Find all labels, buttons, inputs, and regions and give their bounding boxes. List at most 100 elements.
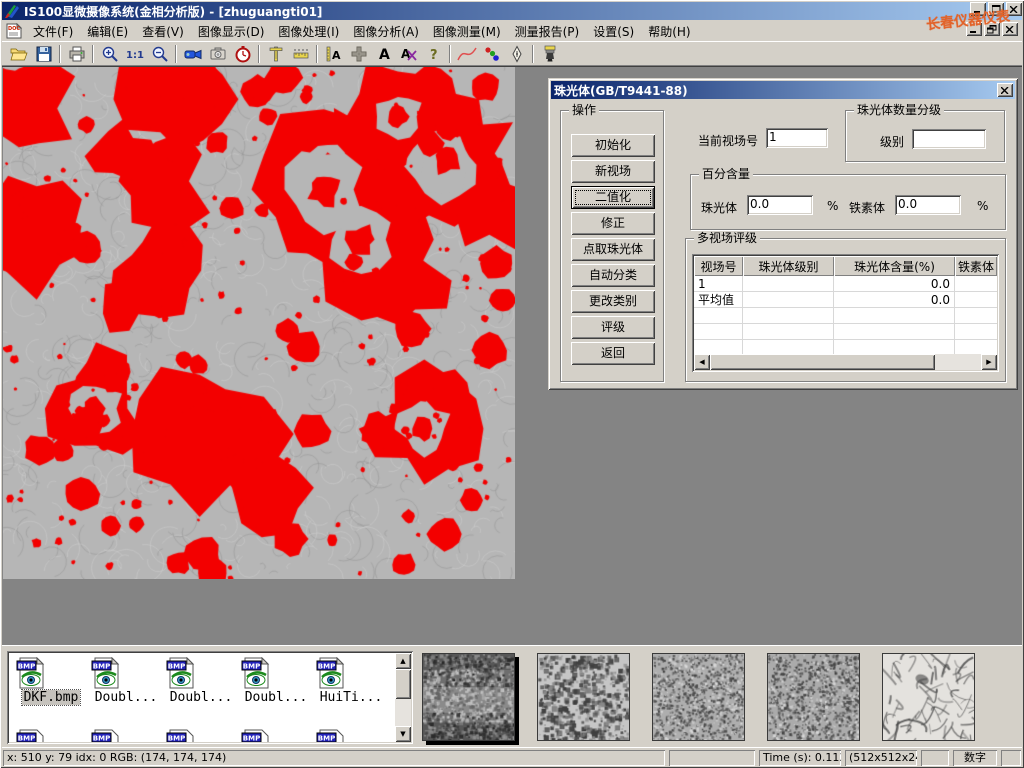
change-class-button[interactable]: 更改类别 xyxy=(571,290,655,313)
thumbnail-5[interactable] xyxy=(882,653,975,741)
file-item[interactable]: BMP Doubl... xyxy=(90,657,162,705)
bmp-file-icon: BMP xyxy=(15,657,47,689)
svg-text:BMP: BMP xyxy=(318,735,335,743)
file-item[interactable]: BMP xyxy=(240,729,312,742)
actual-size-icon[interactable]: 1:1 xyxy=(122,43,147,65)
zoom-out-icon[interactable] xyxy=(147,43,172,65)
minimize-button[interactable] xyxy=(970,2,986,16)
print-icon[interactable] xyxy=(64,43,89,65)
status-panel-empty xyxy=(1001,750,1021,766)
toolbar-separator xyxy=(175,45,177,63)
rate-button[interactable]: 评级 xyxy=(571,316,655,339)
menu-image-processing[interactable]: 图像处理(I) xyxy=(271,21,346,42)
col-header-pearlite[interactable]: 珠光体含量(%) xyxy=(834,256,955,276)
menu-file[interactable]: 文件(F) xyxy=(26,21,80,42)
svg-text:BMP: BMP xyxy=(243,663,260,671)
pick-pearlite-button[interactable]: 点取珠光体 xyxy=(571,238,655,261)
menu-measure-report[interactable]: 测量报告(P) xyxy=(508,21,587,42)
text-icon[interactable]: A xyxy=(371,43,396,65)
document-icon[interactable]: DOC xyxy=(6,23,22,39)
window-controls xyxy=(970,2,1022,16)
camera-icon[interactable] xyxy=(205,43,230,65)
menu-edit[interactable]: 编辑(E) xyxy=(80,21,135,42)
thumbnail-2[interactable] xyxy=(537,653,630,741)
scroll-left-icon[interactable]: ◀ xyxy=(694,354,710,370)
brush-tool-icon[interactable] xyxy=(537,43,562,65)
timer-icon[interactable] xyxy=(230,43,255,65)
text-style-icon[interactable]: A xyxy=(396,43,421,65)
scroll-right-icon[interactable]: ▶ xyxy=(981,354,997,370)
scroll-up-icon[interactable]: ▲ xyxy=(395,653,411,669)
grade-input[interactable] xyxy=(912,129,986,149)
toolbar-separator xyxy=(449,45,451,63)
bmp-file-icon: BMP xyxy=(90,657,122,689)
menu-image-measure[interactable]: 图像测量(M) xyxy=(426,21,508,42)
file-item[interactable]: BMP HuiTi... xyxy=(315,657,387,705)
binarize-button[interactable]: 二值化 xyxy=(571,186,655,209)
help-icon[interactable]: ? xyxy=(421,43,446,65)
zoom-in-icon[interactable] xyxy=(97,43,122,65)
file-item[interactable]: BMP DKF.bmp xyxy=(15,657,87,705)
maximize-button[interactable] xyxy=(988,2,1004,16)
measure-text-icon[interactable]: A xyxy=(321,43,346,65)
correct-button[interactable]: 修正 xyxy=(571,212,655,235)
scrollbar-thumb[interactable] xyxy=(710,354,935,370)
menu-image-display[interactable]: 图像显示(D) xyxy=(191,21,272,42)
open-icon[interactable] xyxy=(6,43,31,65)
svg-text:BMP: BMP xyxy=(318,663,335,671)
file-name: Doubl... xyxy=(168,690,235,705)
initialize-button[interactable]: 初始化 xyxy=(571,134,655,157)
menu-view[interactable]: 查看(V) xyxy=(135,21,191,42)
bmp-file-icon: BMP xyxy=(240,657,272,689)
file-item[interactable]: BMP Doubl... xyxy=(240,657,312,705)
color-points-icon[interactable] xyxy=(479,43,504,65)
scroll-down-icon[interactable]: ▼ xyxy=(395,726,411,742)
application-window: IS100显微摄像系统(金相分析版) - [zhuguangti01] 长春仪器… xyxy=(0,0,1024,768)
file-item[interactable]: BMP xyxy=(165,729,237,742)
curve-tool-icon[interactable] xyxy=(454,43,479,65)
svg-text:?: ? xyxy=(430,48,438,63)
status-bar: x: 510 y: 79 idx: 0 RGB: (174, 174, 174)… xyxy=(2,747,1022,766)
new-field-button[interactable]: 新视场 xyxy=(571,160,655,183)
save-icon[interactable] xyxy=(31,43,56,65)
caliper-icon[interactable] xyxy=(263,43,288,65)
menu-settings[interactable]: 设置(S) xyxy=(586,21,641,42)
pen-tool-icon[interactable] xyxy=(504,43,529,65)
close-button[interactable] xyxy=(1006,2,1022,16)
menu-image-analysis[interactable]: 图像分析(A) xyxy=(346,21,426,42)
dialog-close-button[interactable] xyxy=(997,83,1013,97)
return-button[interactable]: 返回 xyxy=(571,342,655,365)
video-camera-icon[interactable] xyxy=(180,43,205,65)
thumbnail-4[interactable] xyxy=(767,653,860,741)
col-header-ferrite[interactable]: 铁素体 xyxy=(955,256,997,276)
svg-text:BMP: BMP xyxy=(168,663,185,671)
table-row[interactable]: 平均值 0.0 xyxy=(694,292,997,308)
file-item[interactable]: BMP Doubl... xyxy=(165,657,237,705)
svg-text:BMP: BMP xyxy=(168,735,185,743)
col-header-field[interactable]: 视场号 xyxy=(694,256,743,276)
thumbnail-3[interactable] xyxy=(652,653,745,741)
col-header-grade[interactable]: 珠光体级别 xyxy=(743,256,834,276)
file-item[interactable]: BMP xyxy=(315,729,387,742)
file-item[interactable]: BMP xyxy=(90,729,162,742)
child-close-button[interactable] xyxy=(1002,22,1018,36)
metallographic-image[interactable] xyxy=(3,67,515,579)
ferrite-input[interactable]: 0.0 xyxy=(895,195,961,215)
current-field-input[interactable]: 1 xyxy=(766,128,828,148)
menu-help[interactable]: 帮助(H) xyxy=(641,21,697,42)
toolbar-separator xyxy=(59,45,61,63)
thumbnail-1[interactable] xyxy=(422,653,515,741)
grid-cross-icon[interactable] xyxy=(346,43,371,65)
scrollbar-thumb[interactable] xyxy=(395,669,411,699)
auto-classify-button[interactable]: 自动分类 xyxy=(571,264,655,287)
dialog-title-bar[interactable]: 珠光体(GB/T9441-88) xyxy=(551,81,1015,99)
child-minimize-button[interactable] xyxy=(966,22,982,36)
pearlite-input[interactable]: 0.0 xyxy=(747,195,813,215)
child-restore-button[interactable] xyxy=(984,22,1000,36)
table-row[interactable]: 1 0.0 xyxy=(694,276,997,292)
file-item[interactable]: BMP xyxy=(15,729,87,742)
svg-text:BMP: BMP xyxy=(18,663,35,671)
ruler-icon[interactable] xyxy=(288,43,313,65)
file-list-content: BMP DKF.bmp BMP xyxy=(9,653,395,742)
table-row-empty xyxy=(694,308,997,324)
